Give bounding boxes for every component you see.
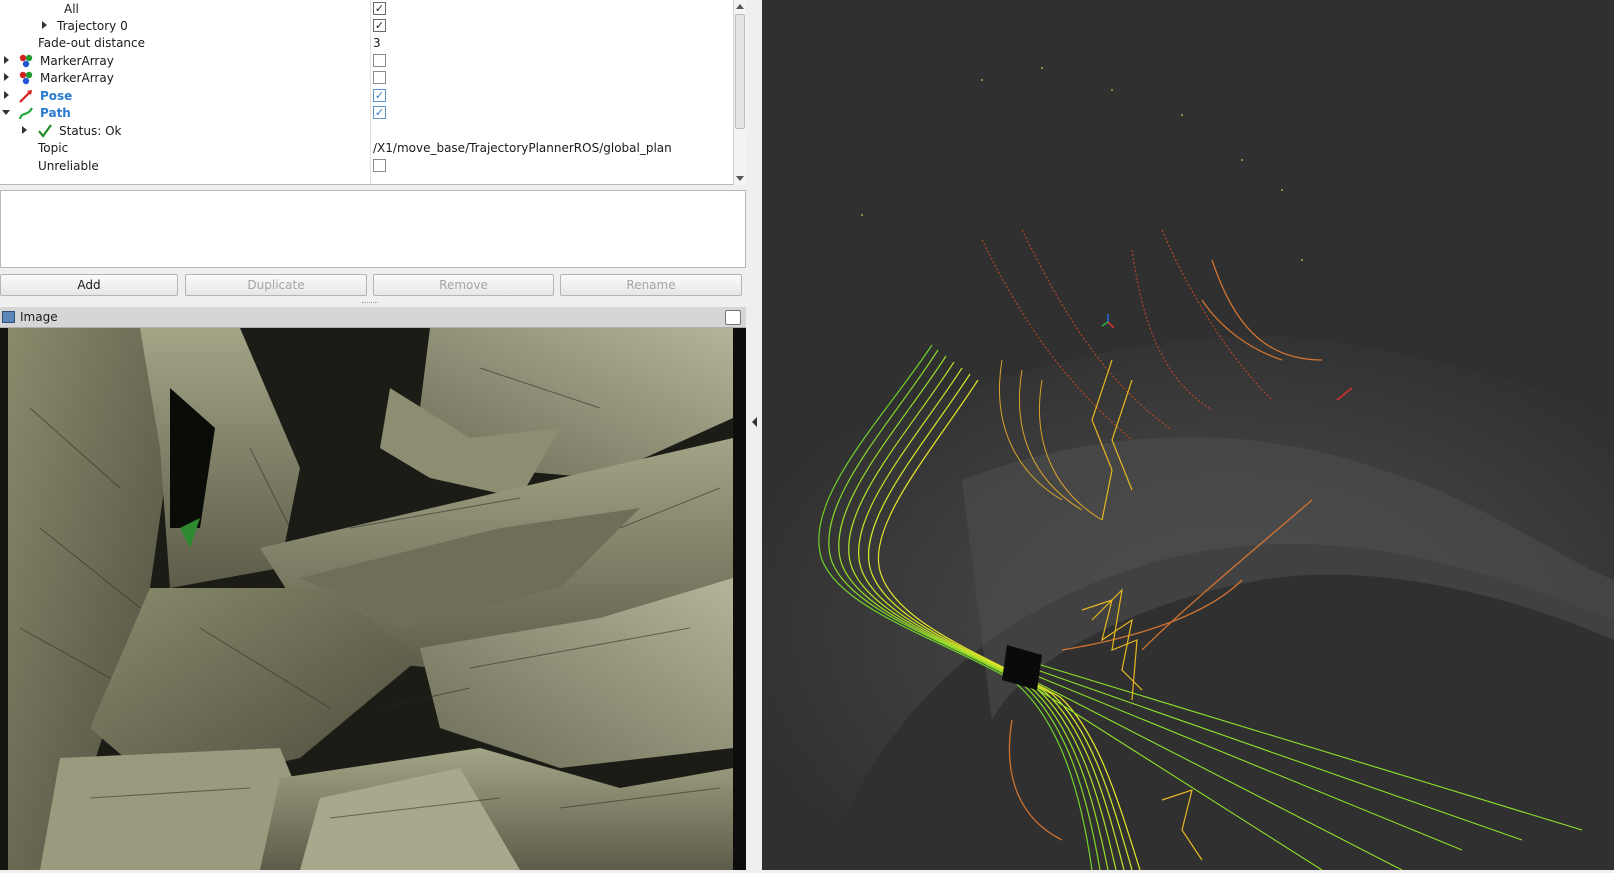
fade-out-distance-value[interactable]: 3 xyxy=(373,35,381,51)
tree-row-unreliable[interactable]: Unreliable xyxy=(0,157,733,175)
left-dock: All ✓ Trajectory 0 ✓ Fade-out distance 3… xyxy=(0,0,748,870)
markerarray-1-checkbox[interactable] xyxy=(373,54,386,67)
panel-splitter[interactable] xyxy=(748,0,762,870)
column-divider xyxy=(370,34,371,52)
pose-arrow-icon xyxy=(19,90,32,103)
scrollbar-thumb[interactable] xyxy=(735,14,745,129)
tree-row-label: Fade-out distance xyxy=(38,36,146,50)
expand-arrow-icon[interactable] xyxy=(4,91,9,99)
tree-row-label: Pose xyxy=(40,89,73,103)
tree-row-label: Path xyxy=(40,106,71,120)
property-description-box xyxy=(0,190,746,268)
column-divider xyxy=(370,157,371,175)
topic-value[interactable]: /X1/move_base/TrajectoryPlannerROS/globa… xyxy=(373,140,672,156)
tree-row-pose[interactable]: Pose ✓ xyxy=(0,87,733,105)
image-panel-icon xyxy=(2,311,15,323)
camera-image-view xyxy=(0,328,746,870)
tree-row-fade-out-distance[interactable]: Fade-out distance 3 xyxy=(0,34,733,52)
column-divider xyxy=(370,175,371,184)
tree-row-clipped xyxy=(0,175,733,184)
tree-row-trajectory-0[interactable]: Trajectory 0 ✓ xyxy=(0,17,733,35)
rename-button[interactable]: Rename xyxy=(560,274,742,296)
image-panel-header: Image xyxy=(0,307,746,328)
checkmark-ok-icon xyxy=(38,124,52,138)
scroll-down-arrow-icon[interactable] xyxy=(736,176,744,181)
tree-scrollbar[interactable] xyxy=(733,0,746,185)
expand-arrow-icon[interactable] xyxy=(4,73,9,81)
point-cloud-render xyxy=(762,0,1614,871)
column-divider xyxy=(370,87,371,105)
expand-arrow-icon[interactable] xyxy=(4,56,9,64)
image-panel: Image xyxy=(0,307,746,870)
cave-camera-image xyxy=(0,328,746,870)
rviz-3d-view[interactable] xyxy=(762,0,1614,871)
expand-arrow-icon[interactable] xyxy=(22,126,27,134)
column-divider xyxy=(370,0,371,18)
marker-array-icon xyxy=(19,54,33,68)
tree-row-label: MarkerArray xyxy=(40,71,114,85)
column-divider xyxy=(370,104,371,122)
tree-row-label: All xyxy=(64,2,79,16)
image-panel-title: Image xyxy=(20,310,58,324)
remove-button[interactable]: Remove xyxy=(373,274,554,296)
tree-row-label: Topic xyxy=(38,141,69,155)
add-button[interactable]: Add xyxy=(0,274,178,296)
collapse-arrow-icon[interactable] xyxy=(2,110,10,115)
tree-row-status[interactable]: Status: Ok xyxy=(0,122,733,140)
tree-row-topic[interactable]: Topic /X1/move_base/TrajectoryPlannerROS… xyxy=(0,139,733,157)
tree-row-label: MarkerArray xyxy=(40,54,114,68)
tree-row-markerarray-1[interactable]: MarkerArray xyxy=(0,52,733,70)
column-divider xyxy=(370,122,371,140)
column-divider xyxy=(370,69,371,87)
markerarray-2-checkbox[interactable] xyxy=(373,71,386,84)
tree-row-label: Unreliable xyxy=(38,159,99,173)
column-divider xyxy=(370,17,371,35)
duplicate-button[interactable]: Duplicate xyxy=(185,274,367,296)
displays-property-tree: All ✓ Trajectory 0 ✓ Fade-out distance 3… xyxy=(0,0,740,185)
undock-button[interactable] xyxy=(725,310,741,325)
tree-row-markerarray-2[interactable]: MarkerArray xyxy=(0,69,733,87)
dock-splitter-grip[interactable] xyxy=(362,302,378,304)
pose-checkbox[interactable]: ✓ xyxy=(373,89,386,102)
trajectory-0-checkbox[interactable]: ✓ xyxy=(373,19,386,32)
all-checkbox[interactable]: ✓ xyxy=(373,2,386,15)
unreliable-checkbox[interactable] xyxy=(373,159,386,172)
scroll-up-arrow-icon[interactable] xyxy=(736,4,744,9)
marker-array-icon xyxy=(19,71,33,85)
column-divider xyxy=(370,52,371,70)
tree-row-label: Status: Ok xyxy=(59,124,122,138)
tree-row-path[interactable]: Path ✓ xyxy=(0,104,733,122)
tree-row-all[interactable]: All ✓ xyxy=(0,0,733,18)
column-divider xyxy=(370,139,371,157)
expand-arrow-icon[interactable] xyxy=(42,21,47,29)
tree-row-label: Trajectory 0 xyxy=(57,19,128,33)
path-checkbox[interactable]: ✓ xyxy=(373,106,386,119)
collapse-panel-arrow-icon[interactable] xyxy=(752,417,757,427)
path-icon xyxy=(18,107,33,120)
